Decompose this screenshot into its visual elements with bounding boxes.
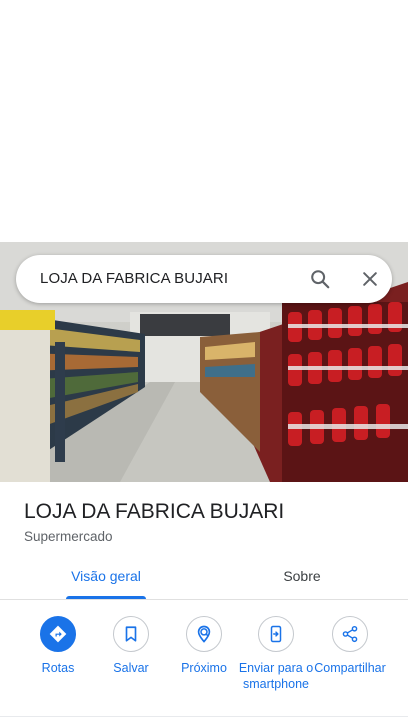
clear-search-button[interactable] [354, 263, 386, 295]
nearby-icon [197, 625, 211, 643]
map-area-blank [0, 0, 408, 242]
nearby-label: Próximo [181, 661, 227, 675]
divider [0, 716, 408, 717]
action-buttons-row: Rotas Salvar Próximo Enviar para o smart… [0, 600, 408, 716]
search-bar[interactable]: LOJA DA FABRICA BUJARI [16, 255, 392, 303]
share-circle [332, 616, 368, 652]
place-title: LOJA DA FABRICA BUJARI [24, 500, 285, 523]
tab-about[interactable]: Sobre [248, 558, 356, 599]
tab-overview[interactable]: Visão geral [52, 558, 160, 599]
directions-label: Rotas [41, 661, 75, 675]
nearby-button[interactable]: Próximo [164, 616, 244, 676]
search-button[interactable] [304, 263, 336, 295]
directions-icon [49, 625, 67, 643]
send-to-phone-circle [258, 616, 294, 652]
save-label: Salvar [113, 661, 149, 675]
close-icon [363, 272, 377, 286]
place-tabs: Visão geral Sobre [0, 558, 408, 600]
share-button[interactable]: Compartilhar [309, 616, 391, 676]
share-icon [342, 625, 358, 643]
search-input[interactable]: LOJA DA FABRICA BUJARI [40, 255, 228, 303]
send-to-phone-button[interactable]: Enviar para o smartphone [236, 616, 316, 692]
save-button[interactable]: Salvar [91, 616, 171, 676]
tab-about-label: Sobre [283, 568, 321, 584]
save-circle [113, 616, 149, 652]
place-category[interactable]: Supermercado [24, 529, 113, 544]
directions-button[interactable]: Rotas [18, 616, 98, 676]
active-tab-indicator [66, 596, 146, 599]
send-to-phone-icon [270, 625, 282, 643]
bookmark-icon [125, 626, 137, 642]
nearby-circle [186, 616, 222, 652]
share-label: Compartilhar [314, 661, 386, 675]
search-icon [311, 270, 330, 289]
directions-circle [40, 616, 76, 652]
send-to-phone-label: Enviar para o smartphone [238, 661, 314, 691]
tab-overview-label: Visão geral [71, 568, 141, 584]
place-panel: LOJA DA FABRICA BUJARI LOJA DA FABRICA B… [0, 0, 408, 726]
